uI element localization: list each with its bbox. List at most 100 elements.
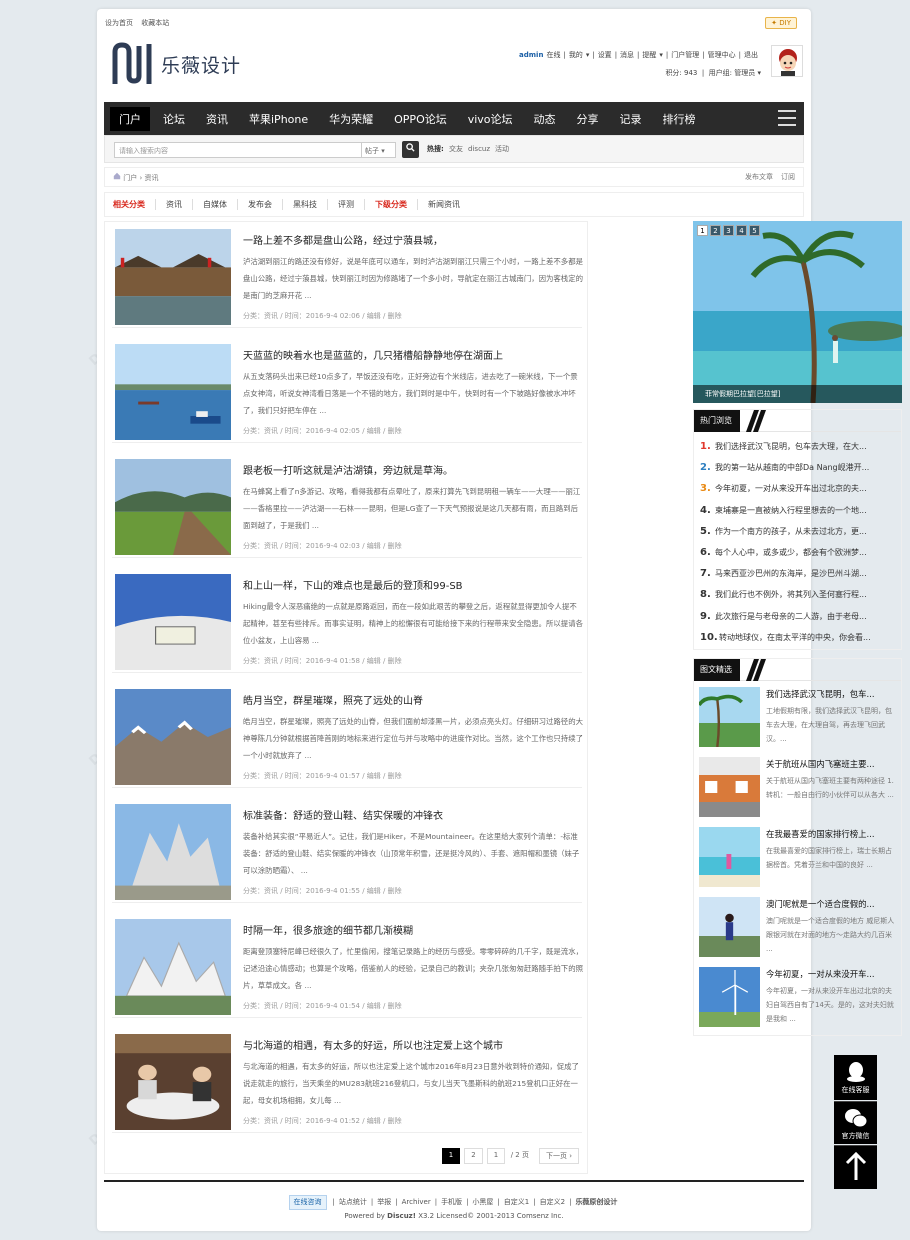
avatar[interactable] [771,45,803,77]
category-link[interactable]: 黑科技 [282,199,327,210]
search-button[interactable] [402,141,419,158]
picture-title[interactable]: 关于航班从国内飞塞班主要... [766,758,899,770]
nav-item-8[interactable]: 分享 [569,108,607,130]
picture-item[interactable]: 我们选择武汉飞昆明，包车... 工地假期有限，我们选择武汉飞昆明，包车去大理，在大… [697,687,899,749]
next-page-button[interactable]: 下一页 › [538,1148,579,1164]
bookmark-link[interactable]: 收藏本站 [141,19,169,27]
search-scope-select[interactable]: 帖子 ▾ [361,142,396,158]
sub-category-link[interactable]: 新闻资讯 [417,199,470,210]
picture-title[interactable]: 今年初夏，一对从来没开车... [766,968,899,980]
category-link[interactable]: 评测 [327,199,364,210]
user-link[interactable]: 退出 [744,51,758,59]
picture-thumbnail[interactable] [699,897,760,957]
hot-item-title[interactable]: 此次旅行是与老母亲的二人游，由于老母... [715,612,867,621]
picture-thumbnail[interactable] [699,967,760,1027]
hot-list-item[interactable]: 6. 每个人心中，或多或少，都会有个欧洲梦... [700,542,895,563]
article-thumbnail[interactable] [115,1034,231,1130]
article-thumbnail[interactable] [115,804,231,900]
user-link[interactable]: 提醒 [642,51,656,59]
article-title[interactable]: 跟老板一打听这就是泸沽湖镇，旁边就是草海。 [243,462,583,477]
picture-item[interactable]: 关于航班从国内飞塞班主要... 关于航班从国内飞塞班主要有两种途径 1. 转机：一… [699,757,899,819]
nav-item-0[interactable]: 门户 [110,106,150,131]
slider-dot-1[interactable]: 1 [697,225,708,236]
hot-list-item[interactable]: 1. 我们选择武汉飞昆明，包车去大理，在大... [700,436,895,457]
article-title[interactable]: 时隔一年，很多旅途的细节都几渐模糊 [243,922,583,937]
picture-title[interactable]: 在我最喜爱的国家排行榜上... [766,828,899,840]
page-2[interactable]: 2 [464,1148,483,1164]
user-link[interactable]: 我的 [569,51,583,59]
user-link[interactable]: 消息 [620,51,634,59]
picture-thumbnail[interactable] [699,757,760,817]
back-to-top-button[interactable] [834,1145,877,1189]
article-title[interactable]: 和上山一样，下山的难点也是最后的登顶和99-SB [243,577,583,592]
footer-link[interactable]: 小黑屋 [472,1198,493,1206]
hot-list-item[interactable]: 3. 今年初夏，一对从来没开车出过北京的夫... [700,478,895,499]
online-service-button[interactable]: 在线客服 [834,1055,877,1100]
hot-item-title[interactable]: 柬埔寨是一直被纳入行程里想去的一个地... [715,506,867,515]
slider-dot-4[interactable]: 4 [736,225,747,236]
article-title[interactable]: 一路上差不多都是盘山公路，经过宁蒗县城， [243,232,583,247]
hot-list-item[interactable]: 10.转动地球仪，在南太平洋的中央，你会看... [700,627,895,648]
page-current[interactable]: 1 [441,1148,461,1164]
article-title[interactable]: 标准装备：舒适的登山鞋、结实保暖的冲锋衣 [243,807,583,822]
article-title[interactable]: 与北海道的相遇，有太多的好运，所以也注定爱上这个城市 [243,1037,583,1052]
nav-item-9[interactable]: 记录 [612,108,650,130]
discuz-link[interactable]: Discuz! [387,1212,416,1220]
hot-search-link[interactable]: 活动 [495,145,509,153]
picture-title[interactable]: 我们选择武汉飞昆明，包车... [766,688,899,700]
slider-dot-3[interactable]: 3 [723,225,734,236]
wechat-button[interactable]: 官方微信 [834,1101,877,1144]
picture-item[interactable]: 澳门呢就是一个适合度假的... 澳门呢就是一个适合度假的地方 威尼斯人跟银河就在对… [699,897,899,959]
category-link[interactable]: 自媒体 [192,199,237,210]
page-input[interactable]: 1 [486,1148,505,1164]
hot-list-item[interactable]: 7. 马来西亚沙巴州的东海岸，是沙巴州斗湖... [700,563,895,584]
site-logo[interactable]: 乐薇设计 [111,42,241,86]
hot-item-title[interactable]: 我们选择武汉飞昆明，包车去大理，在大... [715,442,867,451]
article-thumbnail[interactable] [115,344,231,440]
slider-caption[interactable]: 菲常假期巴拉望[巴拉望] [693,385,902,403]
hot-item-title[interactable]: 马来西亚沙巴州的东海岸，是沙巴州斗湖... [715,569,867,578]
article-thumbnail[interactable] [115,919,231,1015]
article-thumbnail[interactable] [115,689,231,785]
footer-link[interactable]: 手机版 [441,1198,462,1206]
footer-link[interactable]: 乐薇原创设计 [575,1198,617,1206]
diy-button[interactable]: ✦ DIY [765,17,797,29]
hot-list-item[interactable]: 8. 我们此行也不例外，将其列入圣何塞行程... [700,584,895,605]
breadcrumb-action[interactable]: 发布文章 [745,173,773,181]
breadcrumb-item[interactable]: 门户 [123,174,139,182]
slider-dot-2[interactable]: 2 [710,225,721,236]
slider-dot-5[interactable]: 5 [749,225,760,236]
hot-item-title[interactable]: 我们此行也不例外，将其列入圣何塞行程... [715,590,867,599]
footer-link[interactable]: Archiver [402,1198,431,1206]
category-link[interactable]: 资讯 [155,199,192,210]
hot-list-item[interactable]: 9. 此次旅行是与老母亲的二人游，由于老母... [700,606,895,627]
picture-title[interactable]: 澳门呢就是一个适合度假的... [766,898,899,910]
nav-item-1[interactable]: 论坛 [155,108,193,130]
hot-item-title[interactable]: 每个人心中，或多或少，都会有个欧洲梦... [715,548,867,557]
category-link[interactable]: 发布会 [237,199,282,210]
username[interactable]: admin [519,51,543,59]
footer-link[interactable]: 自定义2 [540,1198,565,1206]
hot-list-item[interactable]: 5. 作为一个南方的孩子，从未去过北方，更... [700,521,895,542]
hot-search-link[interactable]: discuz [468,145,490,153]
article-title[interactable]: 天蓝蓝的映着水也是蓝蓝的，几只猪槽船静静地停在湖面上 [243,347,583,362]
hot-list-item[interactable]: 4. 柬埔寨是一直被纳入行程里想去的一个地... [700,500,895,521]
nav-item-10[interactable]: 排行榜 [655,108,704,130]
user-link[interactable]: 门户管理 [671,51,699,59]
hot-item-title[interactable]: 今年初夏，一对从来没开车出过北京的夫... [715,484,867,493]
article-thumbnail[interactable] [115,229,231,325]
nav-item-2[interactable]: 资讯 [198,108,236,130]
user-link[interactable]: 设置 [598,51,612,59]
user-link[interactable]: 管理中心 [708,51,736,59]
nav-item-7[interactable]: 动态 [526,108,564,130]
home-icon[interactable] [113,172,121,182]
image-slider[interactable]: 12345 菲常假期巴拉望[巴拉望] [693,221,902,403]
breadcrumb-action[interactable]: 订阅 [781,173,795,181]
nav-item-6[interactable]: vivo论坛 [460,108,521,130]
hot-item-title[interactable]: 作为一个南方的孩子，从未去过北方，更... [715,527,867,536]
hot-item-title[interactable]: 转动地球仪，在南太平洋的中央，你会看... [719,633,871,642]
picture-item[interactable]: 在我最喜爱的国家排行榜上... 在我最喜爱的国家排行榜上，瑞士长期占据榜首。凭着芬… [699,827,899,889]
article-thumbnail[interactable] [115,459,231,555]
picture-thumbnail[interactable] [699,827,760,887]
set-home-link[interactable]: 设为首页 [105,19,133,27]
